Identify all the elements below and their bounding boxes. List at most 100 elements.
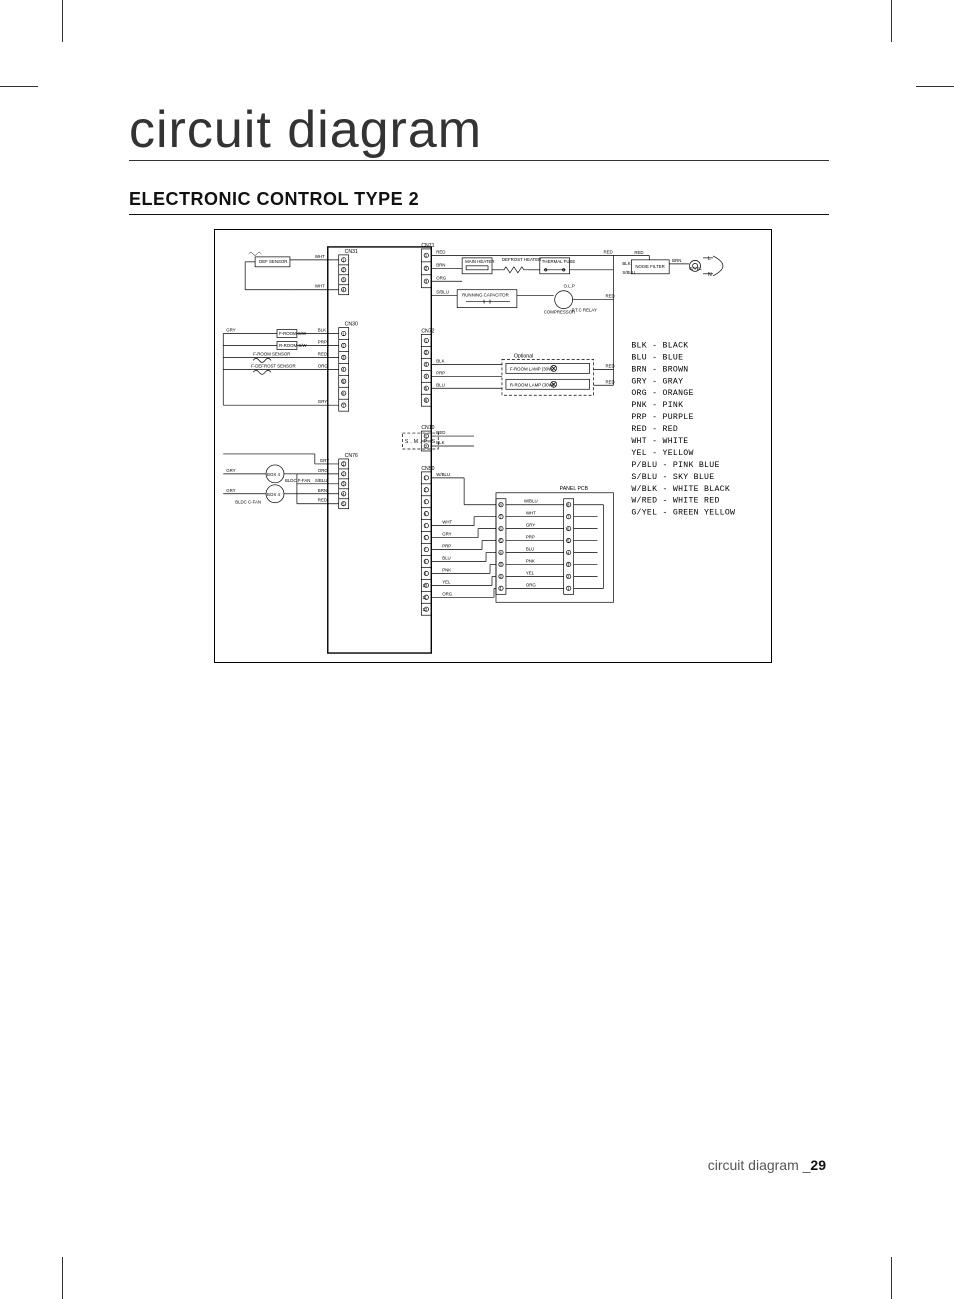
svg-text:YEL - YELLOW: YEL - YELLOW xyxy=(631,449,693,458)
wire-label: RED xyxy=(603,249,612,254)
svg-text:R-ROOM S/W: R-ROOM S/W xyxy=(279,343,307,348)
box4b: BOX 4 xyxy=(266,485,284,503)
svg-text:DEF SENSOR: DEF SENSOR xyxy=(259,259,287,264)
cn72-label: CN72 xyxy=(421,329,434,335)
cn72-connector: 1 2 3 4 5 6 xyxy=(421,335,431,407)
main-heater: MAIN HEATER xyxy=(462,258,494,274)
svg-text:L: L xyxy=(708,256,711,262)
svg-text:PNK - PINK: PNK - PINK xyxy=(631,401,683,410)
svg-text:P/BLU - PINK BLUE: P/BLU - PINK BLUE xyxy=(631,460,719,470)
power-plug-icon: L N G/YEL xyxy=(689,256,723,278)
svg-text:F-ROOM S/W: F-ROOM S/W xyxy=(279,331,307,336)
wire-label: ORG xyxy=(436,275,447,280)
page-title: circuit diagram xyxy=(129,100,829,161)
svg-text:11: 11 xyxy=(422,595,427,600)
wire-label: RED xyxy=(318,498,327,503)
svg-text:NOISE FILTER: NOISE FILTER xyxy=(635,264,664,269)
footer-label: circuit diagram _ xyxy=(708,1157,811,1173)
svg-text:10: 10 xyxy=(422,583,427,588)
r-room-lamp: R-ROOM LAMP (30W) xyxy=(510,382,555,387)
sensor-label: F-DEFROST SENSOR xyxy=(251,363,296,368)
svg-text:G/YEL: G/YEL xyxy=(689,266,702,271)
wire-label: S/BLU xyxy=(622,270,635,275)
wire-label: YEL xyxy=(526,570,535,575)
svg-text:ORG - ORANGE: ORG - ORANGE xyxy=(631,389,693,398)
svg-text:W/RED - WHITE RED: W/RED - WHITE RED xyxy=(631,496,719,506)
wire-label: S/BLU xyxy=(315,478,328,483)
compressor-label: COMPRESSOR xyxy=(544,310,576,315)
wire-label: PRP xyxy=(526,535,535,540)
optional-box xyxy=(502,359,594,395)
svg-text:N: N xyxy=(708,272,712,278)
cn71-connector: 1 2 3 xyxy=(421,249,431,288)
f-room-lamp: F-ROOM LAMP (30W) xyxy=(510,366,554,371)
wire-label: WHT xyxy=(442,520,452,525)
wire-label: GRY xyxy=(226,468,235,473)
cn76-connector: 1 2 3 4 5 xyxy=(339,459,349,509)
section-title: ELECTRONIC CONTROL TYPE 2 xyxy=(129,189,829,215)
panel-pcb-outline xyxy=(496,493,613,602)
bldc-ffan: BLDC F-FAN xyxy=(285,478,310,483)
circuit-diagram: CN31 1 2 3 4 WHT WHT DEF SENSOR xyxy=(214,229,772,663)
wire-label: GRY xyxy=(442,532,451,537)
wire-label: BLU xyxy=(526,547,534,552)
wire-label: RED xyxy=(634,250,643,255)
wire-label: YEL xyxy=(442,579,451,584)
svg-text:WHT - WHITE: WHT - WHITE xyxy=(631,437,688,446)
cn10-label: CN10 xyxy=(421,425,434,431)
svg-text:BLK - BLACK: BLK - BLACK xyxy=(631,341,688,350)
def-sensor: DEF SENSOR xyxy=(249,252,290,266)
wire-label: WHT xyxy=(315,284,325,289)
wire-label: BRN xyxy=(318,488,327,493)
wire-label: PRP xyxy=(318,339,327,344)
box4a: BOX 4 xyxy=(266,465,284,483)
wire-label: ORG xyxy=(526,582,537,587)
wire-label: GRY xyxy=(226,328,235,333)
color-legend: BLK - BLACK BLU - BLUE BRN - BROWN GRY -… xyxy=(631,341,735,517)
svg-text:BLU - BLUE: BLU - BLUE xyxy=(631,353,683,362)
cn30-connector: 1 2 3 4 5 6 7 xyxy=(339,328,349,412)
svg-text:BOX 4: BOX 4 xyxy=(267,492,280,497)
cn31-connector: 1 2 3 4 xyxy=(339,255,349,295)
wire-label: RED xyxy=(436,249,445,254)
optional-label: Optional xyxy=(514,353,533,359)
sensor-label: F-ROOM SENSOR xyxy=(253,351,290,356)
cn30-label: CN30 xyxy=(345,322,358,328)
wire-label: ORG xyxy=(442,591,453,596)
svg-text:RED - RED: RED - RED xyxy=(631,425,678,434)
panel-pcb-label: PANEL PCB xyxy=(560,486,589,492)
wire-label: GRY xyxy=(318,399,327,404)
page-footer: circuit diagram _29 xyxy=(708,1157,826,1173)
olp-label: O.L.P xyxy=(564,284,575,289)
wire-label: GRY xyxy=(526,523,535,528)
svg-text:BOX 4: BOX 4 xyxy=(267,472,280,477)
wire-label: BLU xyxy=(442,555,450,560)
wire-label: BLK xyxy=(436,358,444,363)
wire-label: ORG xyxy=(318,468,329,473)
wire-label: WHT xyxy=(315,254,325,259)
svg-text:GRY - GRAY: GRY - GRAY xyxy=(631,377,683,386)
svg-text:W/BLK - WHITE BLACK: W/BLK - WHITE BLACK xyxy=(631,484,730,494)
wire-label: WHT xyxy=(526,511,536,516)
wire-label: BLU xyxy=(436,382,444,387)
wire-label: W/BLU xyxy=(436,472,450,477)
wire-label: ORG xyxy=(318,363,329,368)
wire-label: GRY xyxy=(320,458,329,463)
svg-text:RUNNING CAPACITOR: RUNNING CAPACITOR xyxy=(462,293,509,298)
wire-label: PRP xyxy=(442,544,451,549)
svg-text:PRP - PURPLE: PRP - PURPLE xyxy=(631,413,693,422)
cn71-label: CN71 xyxy=(421,243,434,249)
cn31-label: CN31 xyxy=(345,249,358,255)
wire-label: RED xyxy=(436,430,445,435)
wire-label: PNK xyxy=(526,558,535,563)
cn76-label: CN76 xyxy=(345,453,358,459)
page-number: 29 xyxy=(810,1157,826,1173)
wire-label: BRN xyxy=(436,262,445,267)
wire-label: W/BLU xyxy=(524,499,538,504)
wire-label: RED xyxy=(318,351,327,356)
wire-label: BLK xyxy=(436,440,444,445)
svg-text:BRN - BROWN: BRN - BROWN xyxy=(631,365,688,374)
svg-text:S.M.P.S: S.M.P.S xyxy=(405,439,437,445)
wire-label: PRP xyxy=(436,370,445,375)
svg-text:S/BLU - SKY BLUE: S/BLU - SKY BLUE xyxy=(631,472,714,482)
